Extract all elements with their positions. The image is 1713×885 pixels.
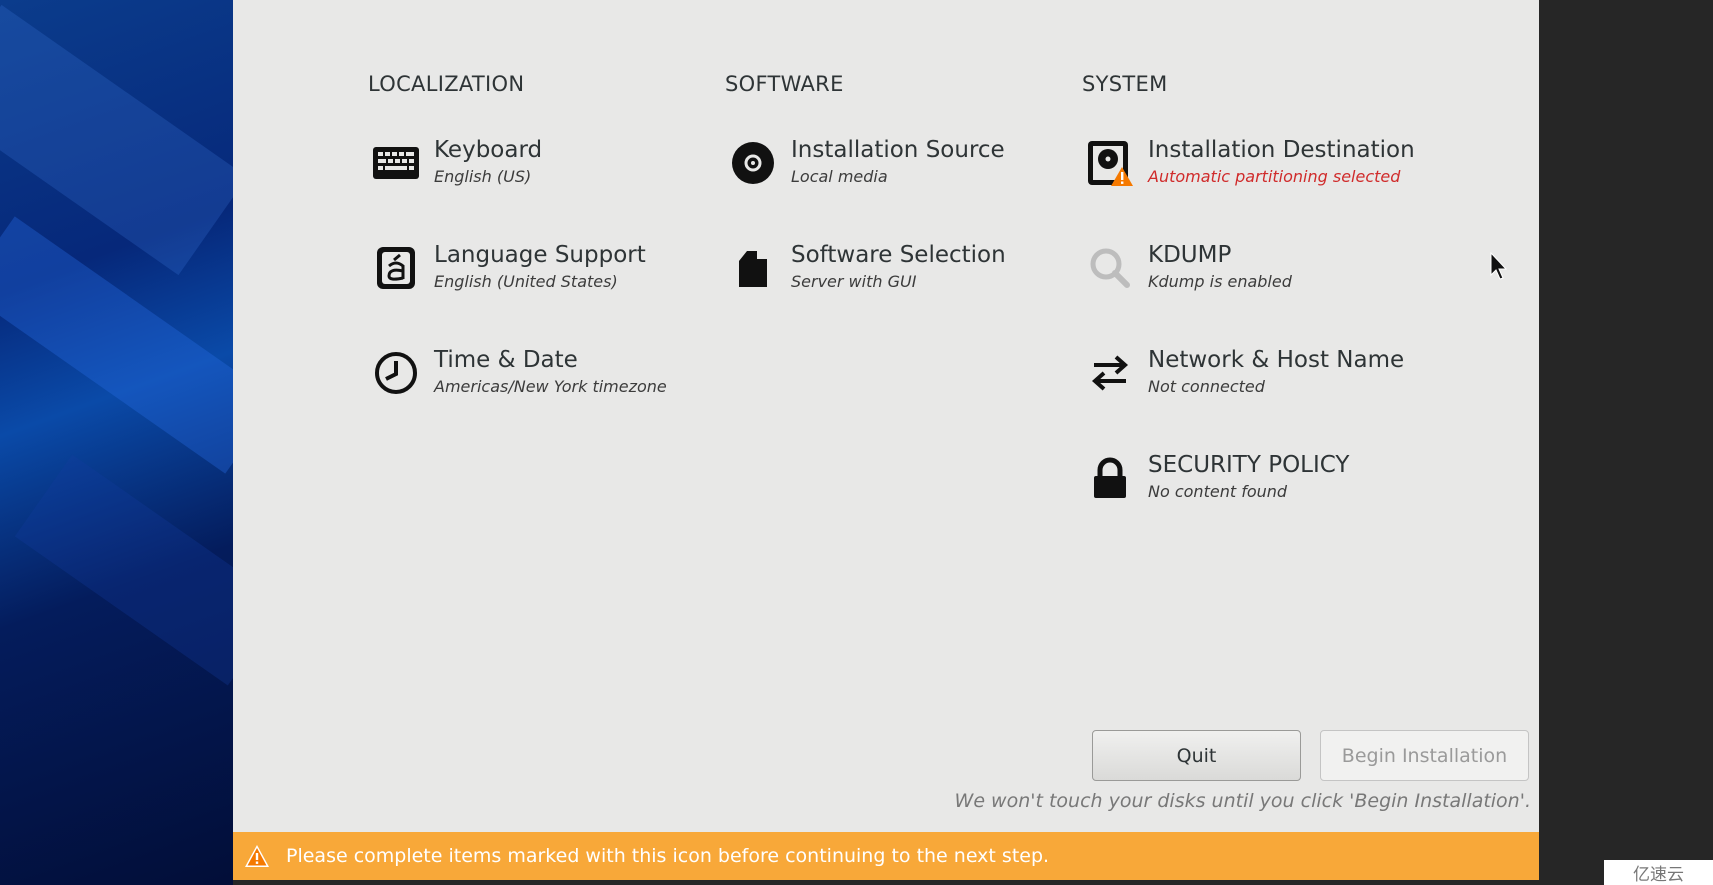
- watermark: 亿速云: [1604, 860, 1713, 885]
- network-arrows-icon: [1091, 355, 1129, 391]
- spoke-title: Installation Source: [791, 137, 1005, 163]
- warning-icon: [245, 845, 269, 867]
- sidebar-branding: [0, 0, 233, 885]
- spoke-title: Time & Date: [434, 347, 578, 373]
- spoke-status: Not connected: [1148, 377, 1265, 396]
- spoke-title: Keyboard: [434, 137, 543, 163]
- spoke-status: No content found: [1148, 482, 1288, 501]
- warning-message: Please complete items marked with this i…: [286, 845, 1050, 867]
- search-icon: [1090, 248, 1130, 288]
- mouse-cursor-icon: [1490, 252, 1508, 280]
- keyboard-icon: [373, 147, 419, 179]
- package-icon: [739, 251, 767, 287]
- clock-icon: [375, 352, 417, 394]
- section-localization: LOCALIZATION: [368, 72, 525, 96]
- spoke-status: Server with GUI: [791, 272, 917, 291]
- spoke-status: English (US): [434, 167, 532, 186]
- spoke-status-warning: Automatic partitioning selected: [1148, 167, 1401, 186]
- language-icon: [377, 247, 415, 289]
- spoke-title: Installation Destination: [1148, 137, 1415, 163]
- disk-notice: We won't touch your disks until you clic…: [954, 790, 1531, 812]
- spoke-status: Kdump is enabled: [1148, 272, 1292, 291]
- spoke-title: Software Selection: [791, 242, 1006, 268]
- spoke-status: English (United States): [434, 272, 618, 291]
- spoke-status: Local media: [791, 167, 888, 186]
- spoke-title: Language Support: [434, 242, 646, 268]
- spoke-title: KDUMP: [1148, 242, 1232, 268]
- spoke-title: Network & Host Name: [1148, 347, 1405, 373]
- disc-icon: [732, 142, 774, 184]
- installation-summary: LOCALIZATION SOFTWARE SYSTEM Keyboard En…: [233, 0, 1539, 880]
- section-system: SYSTEM: [1082, 72, 1168, 96]
- spoke-status: Americas/New York timezone: [434, 377, 667, 396]
- lock-icon: [1094, 457, 1126, 498]
- section-software: SOFTWARE: [725, 72, 844, 96]
- spoke-title: SECURITY POLICY: [1148, 452, 1350, 478]
- harddisk-warning-icon: [1088, 141, 1133, 186]
- begin-installation-button[interactable]: Begin Installation: [1320, 730, 1529, 781]
- quit-button[interactable]: Quit: [1092, 730, 1301, 781]
- warning-bar: Please complete items marked with this i…: [233, 832, 1539, 880]
